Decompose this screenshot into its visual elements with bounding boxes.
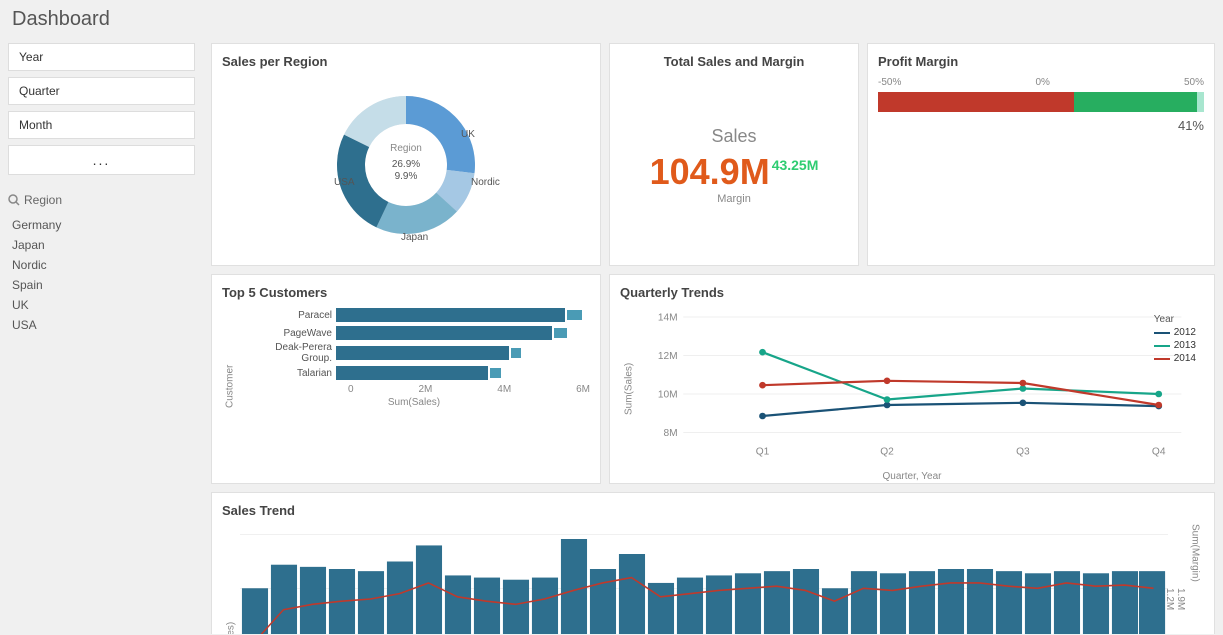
svg-text:10M: 10M [658,389,678,400]
bar-fill-small-paracel [567,310,582,320]
svg-text:14M: 14M [658,312,678,323]
profit-bar-labels: -50% 0% 50% [878,77,1204,88]
profit-bar-extra [1197,92,1204,112]
region-germany[interactable]: Germany [8,215,195,235]
top5-x-axis: 0 2M 4M 6M [238,382,590,395]
svg-text:Q2: Q2 [880,447,894,458]
legend-2014-label: 2014 [1174,353,1196,364]
svg-text:12M: 12M [658,351,678,362]
top-row: Sales per Region Region [211,43,1215,266]
top5-y-axis: Customer [222,306,238,466]
sales-label: Sales [711,126,756,147]
profit-bar-visual [878,92,1204,112]
quarterly-trends-card: Quarterly Trends Sum(Sales) 14M 12M [609,274,1215,484]
legend-2014-line [1154,358,1170,360]
bar-fill-deak [336,346,509,360]
profit-margin-card: Profit Margin -50% 0% 50% 41% [867,43,1215,266]
legend-2012-label: 2012 [1174,327,1196,338]
svg-text:Nordic: Nordic [471,177,500,188]
profit-bar: -50% 0% 50% 41% [878,77,1204,133]
quarterly-x-label: Quarter, Year [620,471,1204,482]
region-list: Germany Japan Nordic Spain UK USA [8,215,195,335]
month-filter[interactable]: Month [8,111,195,139]
trend-y-right-label: Sum(Margin) [1186,524,1204,634]
legend-2012: 2012 [1154,327,1196,338]
table-row: Paracel [242,306,590,324]
donut-chart: Region [296,75,516,255]
search-icon [8,194,20,206]
top5-card: Top 5 Customers Customer Paracel [211,274,601,484]
svg-text:USA: USA [334,177,355,188]
region-uk[interactable]: UK [8,295,195,315]
region-label: Region [24,193,62,207]
quarter-filter[interactable]: Quarter [8,77,195,105]
svg-text:UK: UK [461,129,475,140]
region-usa[interactable]: USA [8,315,195,335]
bar-fill-small-deak [511,348,521,358]
svg-text:9.9%: 9.9% [395,171,418,182]
svg-text:Japan: Japan [401,232,428,243]
table-row: Deak-Perera Group. [242,342,590,364]
quarterly-legend: Year 2012 2013 2014 [1154,314,1196,366]
main-content: Sales per Region Region [203,35,1223,634]
margin-label: Margin [717,193,751,205]
region-spain[interactable]: Spain [8,275,195,295]
bar-fill-small-pagewave [554,328,567,338]
quarterly-y-label: Sum(Sales) [620,306,638,471]
profit-margin-title: Profit Margin [878,54,1204,69]
bar-fill-paracel [336,308,565,322]
bar-fill-talarian [336,366,488,380]
quarterly-title: Quarterly Trends [620,285,1204,300]
region-search[interactable]: Region [8,189,195,211]
profit-bar-positive [1074,92,1198,112]
year-filter[interactable]: Year [8,43,195,71]
svg-text:Q4: Q4 [1152,447,1166,458]
svg-text:Region: Region [390,143,422,154]
svg-text:Q3: Q3 [1016,447,1030,458]
profit-percent: 41% [878,118,1204,133]
middle-row: Top 5 Customers Customer Paracel [211,274,1215,484]
top5-title: Top 5 Customers [222,285,590,300]
sales-trend-title: Sales Trend [222,503,1204,518]
donut-chart-container: Region [222,75,590,255]
legend-2013: 2013 [1154,340,1196,351]
table-row: PageWave [242,324,590,342]
top5-bars: Paracel PageWave [238,306,590,382]
more-filters[interactable]: ... [8,145,195,175]
top5-chart: Customer Paracel PageWave [222,306,590,466]
bar-fill-small-talarian [490,368,500,378]
dashboard-title: Dashboard [0,0,1223,35]
quarterly-chart-svg: 14M 12M 10M 8M Q1 Q2 Q3 Q4 [638,306,1204,471]
legend-2013-label: 2013 [1174,340,1196,351]
sidebar: Year Quarter Month ... Region Germany Ja… [0,35,203,634]
sales-value: 104.9M43.25M [650,151,819,193]
svg-text:Q1: Q1 [756,447,770,458]
table-row: Talarian [242,364,590,382]
legend-2012-line [1154,332,1170,334]
sales-region-title: Sales per Region [222,54,590,69]
legend-2013-line [1154,345,1170,347]
svg-text:8M: 8M [663,428,677,439]
total-sales-title: Total Sales and Margin [664,54,805,69]
legend-year-label: Year [1154,314,1196,325]
sales-trend-svg: 5M 2.5M 0 [240,524,1168,634]
trend-y-right-ticks: 1.9M 1.2M 600k [1168,524,1186,634]
region-nordic[interactable]: Nordic [8,255,195,275]
legend-2014: 2014 [1154,353,1196,364]
trend-y-left: Sum(Sales) [222,524,240,634]
bar-fill-pagewave [336,326,552,340]
sales-per-region-card: Sales per Region Region [211,43,601,266]
profit-bar-negative [878,92,1074,112]
region-japan[interactable]: Japan [8,235,195,255]
svg-text:26.9%: 26.9% [392,159,420,170]
total-sales-card: Total Sales and Margin Sales 104.9M43.25… [609,43,859,266]
sales-trend-card: Sales Trend Sum(Sales) 5M 2.5M 0 [211,492,1215,634]
top5-x-label: Sum(Sales) [238,397,590,408]
region-filter: Region Germany Japan Nordic Spain UK USA [8,189,195,335]
